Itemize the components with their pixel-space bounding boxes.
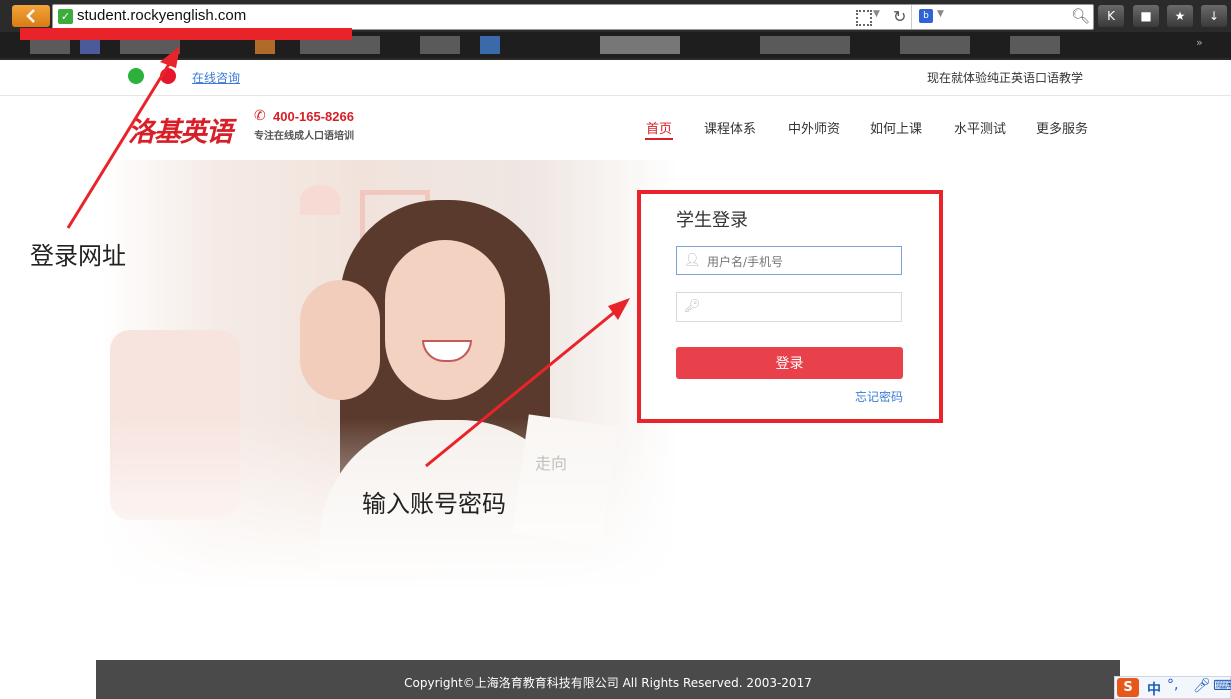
back-button[interactable] <box>12 5 50 27</box>
hotline-number: 400-165-8266 <box>273 109 354 124</box>
magnifier-icon[interactable]: 🔍︎ <box>1071 7 1090 25</box>
key-icon: 🔑︎ <box>684 299 701 314</box>
download-icon[interactable]: ↓ <box>1201 5 1227 27</box>
site-logo[interactable]: 洛基英语 <box>128 110 233 149</box>
top-slogan: 现在就体验纯正英语口语教学 <box>926 71 1083 85</box>
nav-how-to-attend[interactable]: 如何上课 <box>870 118 922 137</box>
engine-dropdown-icon[interactable]: ▼ <box>937 9 944 19</box>
dropdown-arrow-icon[interactable]: ▼ <box>873 9 880 19</box>
user-icon: 👤︎ <box>684 253 701 268</box>
chevron-left-icon <box>26 9 35 23</box>
weibo-icon[interactable] <box>160 68 176 84</box>
browser-toolbar: ✓ student.rockyenglish.com ▼ ↻ b ▼ 🔍︎ K … <box>0 0 1231 60</box>
top-info-bar: 在线咨询 现在就体验纯正英语口语教学 <box>0 60 1231 96</box>
annotation-login-url: 登录网址 <box>30 242 126 270</box>
keyboard-icon[interactable]: ⌨ <box>1213 678 1231 694</box>
k-extension-button[interactable]: K <box>1098 5 1124 27</box>
url-text[interactable]: student.rockyenglish.com <box>77 7 246 24</box>
copyright-text: Copyright©上海洛育教育科技有限公司 All Rights Reserv… <box>404 676 812 690</box>
username-field[interactable]: 👤︎ <box>676 246 902 275</box>
hero-fade-overlay <box>100 160 678 590</box>
qr-code-icon[interactable] <box>856 10 872 26</box>
divider <box>911 5 912 29</box>
nav-teachers[interactable]: 中外师资 <box>788 118 840 137</box>
login-title: 学生登录 <box>676 210 748 231</box>
baidu-search-engine-icon[interactable]: b <box>919 9 933 23</box>
sogou-ime-logo[interactable]: S <box>1117 678 1139 697</box>
wechat-icon[interactable] <box>128 68 144 84</box>
nav-active-indicator <box>645 138 673 140</box>
ime-punctuation-toggle[interactable]: °, <box>1167 677 1178 693</box>
annotation-enter-credentials: 输入账号密码 <box>362 490 506 518</box>
ime-toolbar[interactable]: S 中 °, 🎤︎ ⌨ <box>1114 676 1231 699</box>
nav-more-services[interactable]: 更多服务 <box>1036 118 1088 137</box>
nav-home[interactable]: 首页 <box>646 118 672 137</box>
online-consult-link[interactable]: 在线咨询 <box>192 69 240 86</box>
forgot-password-link[interactable]: 忘记密码 <box>855 388 903 405</box>
lock-icon[interactable]: ■ <box>1133 5 1159 27</box>
password-input[interactable] <box>705 296 899 320</box>
logo-tagline: 专注在线成人口语培训 <box>254 131 354 142</box>
nav-courses[interactable]: 课程体系 <box>704 118 756 137</box>
more-bookmarks-icon[interactable]: » <box>1196 36 1203 49</box>
nav-level-test[interactable]: 水平测试 <box>954 118 1006 137</box>
star-icon[interactable]: ★ <box>1167 5 1193 27</box>
secure-check-icon: ✓ <box>58 9 73 24</box>
address-bar[interactable]: ✓ student.rockyenglish.com ▼ ↻ b ▼ 🔍︎ <box>52 4 1094 30</box>
phone-icon: ✆ <box>254 108 266 124</box>
annotation-underline <box>20 28 352 40</box>
reload-icon[interactable]: ↻ <box>893 7 906 26</box>
login-button[interactable]: 登录 <box>676 347 903 379</box>
username-input[interactable] <box>705 250 899 274</box>
microphone-icon[interactable]: 🎤︎ <box>1193 678 1211 694</box>
footer: Copyright©上海洛育教育科技有限公司 All Rights Reserv… <box>96 660 1120 699</box>
ime-chinese-mode[interactable]: 中 <box>1147 679 1161 699</box>
password-field[interactable]: 🔑︎ <box>676 292 902 322</box>
